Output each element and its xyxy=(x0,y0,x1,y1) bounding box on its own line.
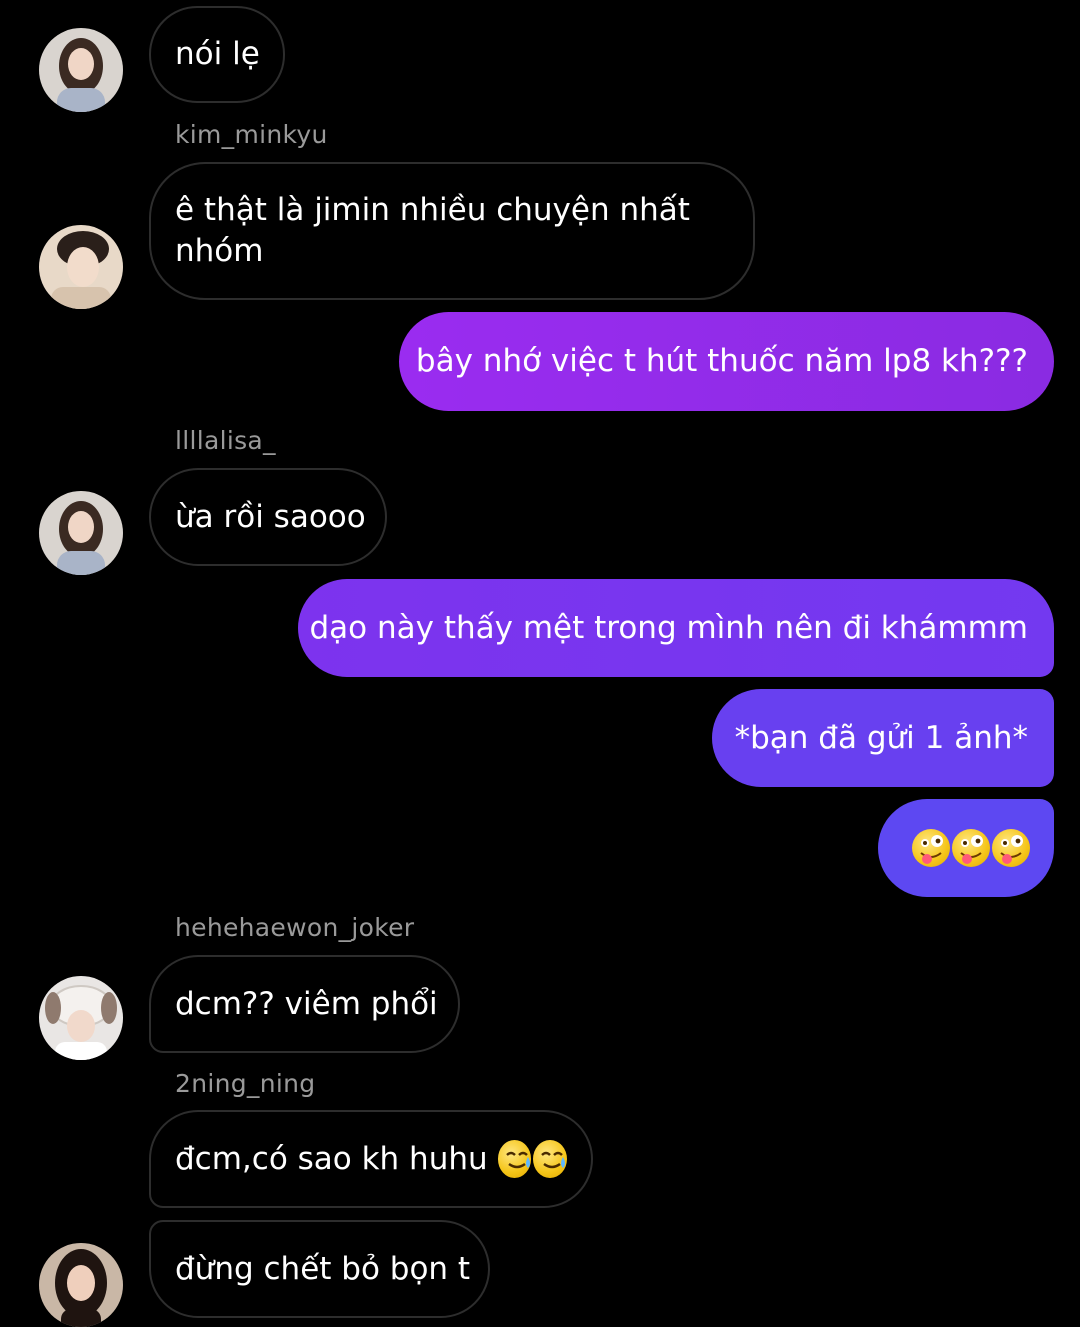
avatar[interactable] xyxy=(39,1243,123,1327)
outgoing-message[interactable] xyxy=(878,799,1054,897)
outgoing-message[interactable]: bây nhớ việc t hút thuốc năm lp8 kh??? xyxy=(399,312,1054,411)
outgoing-message[interactable]: *bạn đã gửi 1 ảnh* xyxy=(712,689,1054,787)
incoming-message[interactable]: ừa rồi saooo xyxy=(149,468,387,566)
zany-face-emoji xyxy=(952,829,990,867)
incoming-message[interactable]: ê thật là jimin nhiều chuyện nhất nhóm xyxy=(149,162,755,300)
smiling-face-with-tear-emoji xyxy=(533,1140,567,1178)
avatar[interactable] xyxy=(39,28,123,112)
message-text: bây nhớ việc t hút thuốc năm lp8 kh??? xyxy=(415,343,1028,379)
outgoing-message[interactable]: dạo này thấy mệt trong mình nên đi khámm… xyxy=(298,579,1054,677)
message-text: dạo này thấy mệt trong mình nên đi khámm… xyxy=(309,609,1029,646)
chat-thread: nói lẹ kim_minkyu ê thật là jimin nhiều … xyxy=(0,0,1080,1327)
smiling-face-with-tear-emoji xyxy=(497,1140,532,1178)
message-text: đừng chết bỏ bọn t xyxy=(175,1250,471,1287)
message-text: ê thật là jimin nhiều chuyện nhất nhóm xyxy=(175,192,690,269)
message-text: nói lẹ xyxy=(175,36,260,72)
zany-face-emoji xyxy=(912,829,950,867)
sender-username[interactable]: kim_minkyu xyxy=(175,120,328,149)
sender-username[interactable]: 2ning_ning xyxy=(175,1069,315,1098)
message-text: đcm,có sao kh huhu xyxy=(175,1140,488,1177)
avatar[interactable] xyxy=(39,976,123,1060)
message-text: *bạn đã gửi 1 ảnh* xyxy=(734,719,1028,756)
avatar[interactable] xyxy=(39,225,123,309)
avatar[interactable] xyxy=(39,491,123,575)
zany-face-emoji xyxy=(992,829,1030,867)
message-text: dcm?? viêm phổi xyxy=(175,985,438,1022)
incoming-message[interactable]: dcm?? viêm phổi xyxy=(149,955,460,1053)
incoming-message[interactable]: nói lẹ xyxy=(149,6,285,103)
sender-username[interactable]: llllalisa_ xyxy=(175,426,276,455)
message-text: ừa rồi saooo xyxy=(175,498,366,535)
sender-username[interactable]: hehehaewon_joker xyxy=(175,913,414,942)
incoming-message[interactable]: đcm,có sao kh huhu xyxy=(149,1110,593,1208)
incoming-message[interactable]: đừng chết bỏ bọn t xyxy=(149,1220,490,1318)
